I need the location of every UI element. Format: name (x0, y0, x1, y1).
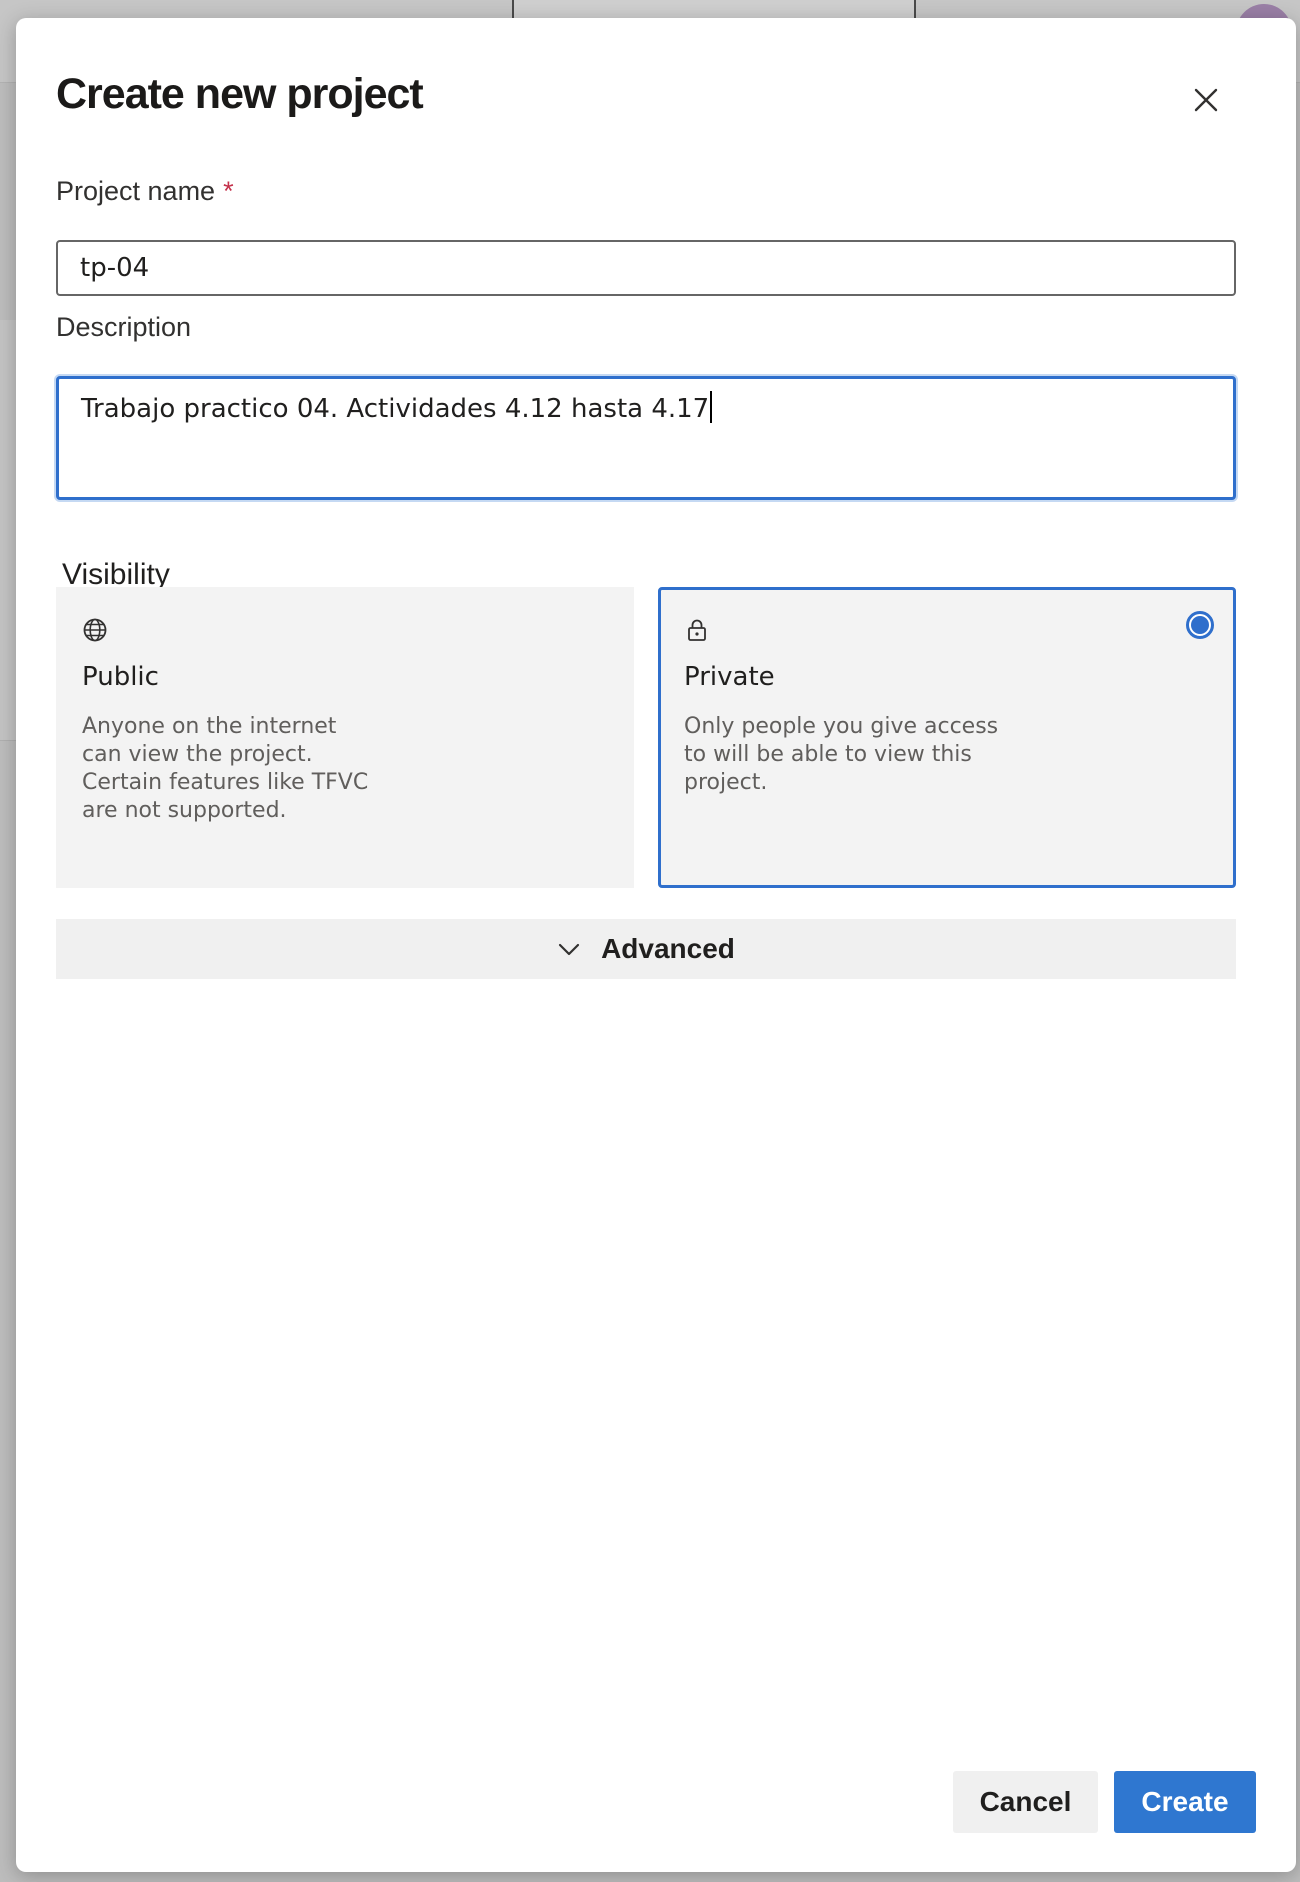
visibility-option-description: Anyone on the internet can view the proj… (82, 714, 369, 823)
dialog-title: Create new project (56, 70, 424, 118)
radio-dot (1191, 616, 1209, 634)
close-icon (1194, 88, 1218, 112)
globe-icon (83, 618, 107, 642)
visibility-option-description: Only people you give access to will be a… (684, 714, 999, 795)
text-cursor (710, 391, 713, 423)
advanced-label: Advanced (601, 933, 735, 964)
project-name-value: tp-04 (80, 253, 150, 283)
close-button[interactable] (1178, 72, 1234, 128)
project-name-label: Project name * (56, 176, 234, 207)
visibility-option-public[interactable]: Public Anyone on the internet can view t… (56, 587, 634, 888)
background-panel (0, 320, 16, 741)
create-project-dialog: Create new project Project name * tp-04 D… (16, 18, 1296, 1872)
visibility-option-title: Public (82, 662, 159, 692)
private-radio-selected[interactable] (1186, 611, 1214, 639)
visibility-option-title: Private (684, 662, 775, 692)
create-button[interactable]: Create (1114, 1771, 1256, 1833)
description-label: Description (56, 312, 192, 342)
visibility-option-private[interactable]: Private Only people you give access to w… (658, 587, 1236, 888)
lock-icon (688, 619, 706, 641)
required-marker: * (223, 176, 234, 206)
description-textarea[interactable]: Trabajo practico 04. Actividades 4.12 ha… (56, 376, 1236, 500)
project-name-label-text: Project name (56, 176, 216, 206)
chevron-down-icon (558, 943, 580, 956)
cancel-button[interactable]: Cancel (953, 1771, 1098, 1833)
project-name-input[interactable]: tp-04 (56, 240, 1236, 296)
advanced-toggle[interactable]: Advanced (56, 919, 1236, 979)
description-value: Trabajo practico 04. Actividades 4.12 ha… (81, 394, 710, 424)
